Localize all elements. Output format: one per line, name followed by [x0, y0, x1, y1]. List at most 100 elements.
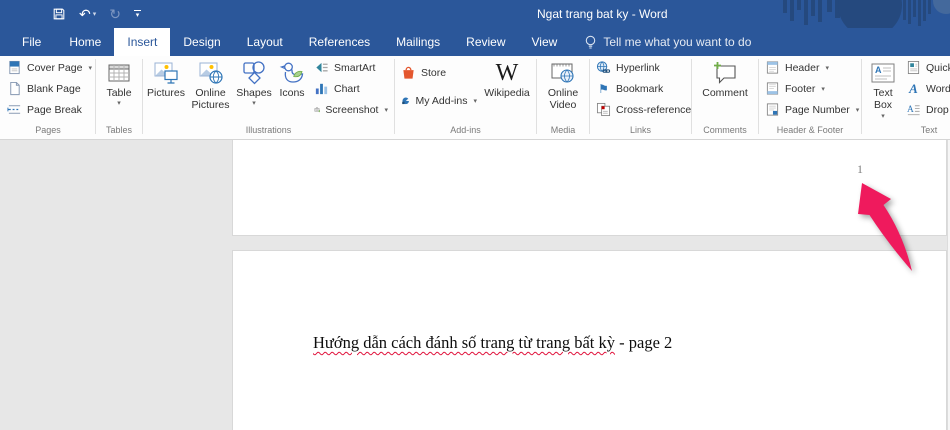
online-video-icon — [550, 59, 576, 87]
screenshot-dropdown-icon: ▾ — [384, 106, 388, 114]
icons-button[interactable]: Icons — [274, 56, 310, 99]
pictures-label: Pictures — [147, 87, 185, 99]
tab-home[interactable]: Home — [56, 28, 114, 56]
customize-qat-arrow-icon: ▾ — [136, 12, 140, 19]
tab-mailings[interactable]: Mailings — [383, 28, 453, 56]
drop-cap-icon: A — [906, 102, 921, 117]
store-icon — [401, 65, 416, 80]
customize-qat-button[interactable]: ▾ — [134, 10, 141, 19]
my-addins-button[interactable]: My Add-ins ▾ — [397, 90, 481, 111]
group-divider — [95, 59, 96, 134]
customize-qat-bar — [134, 10, 141, 11]
group-media: Online Video Media — [539, 56, 587, 139]
online-video-button[interactable]: Online Video — [540, 56, 586, 112]
screenshot-button[interactable]: Screenshot ▾ — [310, 99, 392, 120]
my-addins-dropdown-icon: ▾ — [473, 97, 477, 105]
blank-page-button[interactable]: Blank Page — [3, 78, 85, 99]
watermark-logo — [775, 0, 950, 28]
save-icon — [52, 7, 66, 21]
wikipedia-button[interactable]: W Wikipedia — [481, 56, 533, 99]
tab-insert[interactable]: Insert — [114, 28, 170, 56]
drop-cap-button[interactable]: A Drop Cap — [902, 99, 950, 120]
tab-design[interactable]: Design — [170, 28, 233, 56]
page-break-label: Page Break — [27, 104, 82, 116]
header-button[interactable]: Header ▾ — [761, 57, 833, 78]
comment-icon — [711, 59, 739, 87]
tab-view[interactable]: View — [519, 28, 571, 56]
quick-access-toolbar: ↶ ▾ ↻ ▾ — [52, 0, 141, 28]
comment-label: Comment — [702, 87, 748, 99]
header-label: Header — [785, 62, 819, 74]
group-header-footer: Header ▾ Footer ▾ — [761, 56, 859, 139]
text-box-button[interactable]: A Text Box ▾ — [864, 56, 902, 121]
page-number-button[interactable]: Page Number ▾ — [761, 99, 863, 120]
group-divider — [691, 59, 692, 134]
tab-file[interactable]: File — [7, 28, 56, 56]
pictures-button[interactable]: Pictures — [145, 56, 187, 99]
smartart-button[interactable]: SmartArt — [310, 57, 392, 78]
header-icon — [765, 60, 780, 75]
group-divider — [861, 59, 862, 134]
screenshot-icon — [314, 102, 320, 117]
document-heading: Hướng dẫn cách đánh số trang từ trang bấ… — [313, 333, 672, 353]
online-pictures-icon — [198, 59, 224, 87]
cover-page-label: Cover Page — [27, 62, 82, 74]
tab-references[interactable]: References — [296, 28, 383, 56]
group-illustrations: Pictures Online Pictures — [145, 56, 392, 139]
comment-button[interactable]: Comment — [695, 56, 755, 99]
page-number-label: Page Number — [785, 104, 850, 116]
shapes-icon — [241, 59, 267, 87]
tab-review[interactable]: Review — [453, 28, 518, 56]
cross-reference-button[interactable]: Cross-reference — [592, 99, 695, 120]
chart-button[interactable]: Chart — [310, 78, 392, 99]
heading-rest-text: - page 2 — [615, 333, 672, 352]
redo-icon: ↻ — [109, 7, 121, 21]
quick-parts-button[interactable]: Quick Parts — [902, 57, 950, 78]
save-button[interactable] — [52, 7, 66, 21]
table-button[interactable]: Table ▾ — [98, 56, 140, 109]
store-button[interactable]: Store — [397, 62, 481, 83]
links-group-label: Links — [592, 121, 689, 139]
document-page-2[interactable]: Hướng dẫn cách đánh số trang từ trang bấ… — [232, 250, 947, 430]
wikipedia-label: Wikipedia — [484, 87, 530, 99]
group-pages: Cover Page ▾ Blank Page — [3, 56, 93, 139]
tab-layout[interactable]: Layout — [234, 28, 296, 56]
table-icon — [106, 59, 132, 87]
pictures-icon — [153, 59, 179, 87]
online-pictures-button[interactable]: Online Pictures — [187, 56, 234, 112]
wordart-button[interactable]: A WordArt — [902, 78, 950, 99]
text-box-label: Text Box — [864, 87, 902, 112]
cover-page-button[interactable]: Cover Page ▾ — [3, 57, 96, 78]
table-label: Table — [106, 87, 131, 99]
store-label: Store — [421, 67, 446, 79]
group-tables: Table ▾ Tables — [98, 56, 140, 139]
bookmark-button[interactable]: ⚑ Bookmark — [592, 78, 667, 99]
shapes-button[interactable]: Shapes ▾ — [234, 56, 274, 109]
svg-text:A: A — [907, 105, 914, 115]
group-divider — [142, 59, 143, 134]
bookmark-label: Bookmark — [616, 83, 663, 95]
tell-me-box[interactable]: Tell me what you want to do — [584, 28, 751, 56]
addins-group-label: Add-ins — [397, 121, 534, 139]
header-dropdown-icon: ▾ — [825, 64, 829, 72]
table-dropdown-icon: ▾ — [117, 100, 121, 108]
wordart-icon: A — [906, 82, 921, 95]
footer-button[interactable]: Footer ▾ — [761, 78, 829, 99]
ribbon-tab-bar: File Home Insert Design Layout Reference… — [0, 28, 950, 56]
hyperlink-button[interactable]: Hyperlink — [592, 57, 664, 78]
undo-button[interactable]: ↶ ▾ — [79, 7, 96, 21]
page-break-button[interactable]: Page Break — [3, 99, 86, 120]
text-box-icon: A — [870, 59, 896, 87]
ribbon-insert: Cover Page ▾ Blank Page — [0, 56, 950, 140]
group-comments: Comment Comments — [694, 56, 756, 139]
cross-reference-icon — [596, 102, 611, 117]
page-number-icon — [765, 102, 780, 117]
tell-me-label: Tell me what you want to do — [603, 35, 751, 49]
redo-button[interactable]: ↻ — [109, 7, 121, 21]
document-page-1[interactable]: 1 — [232, 140, 947, 236]
group-divider — [394, 59, 395, 134]
wordart-label: WordArt — [926, 83, 950, 95]
hyperlink-label: Hyperlink — [616, 62, 660, 74]
word-window: ↶ ▾ ↻ ▾ Ngat trang bat ky - Word — [0, 0, 950, 430]
document-canvas: 1 Hướng dẫn cách đánh số trang từ trang … — [0, 140, 950, 430]
